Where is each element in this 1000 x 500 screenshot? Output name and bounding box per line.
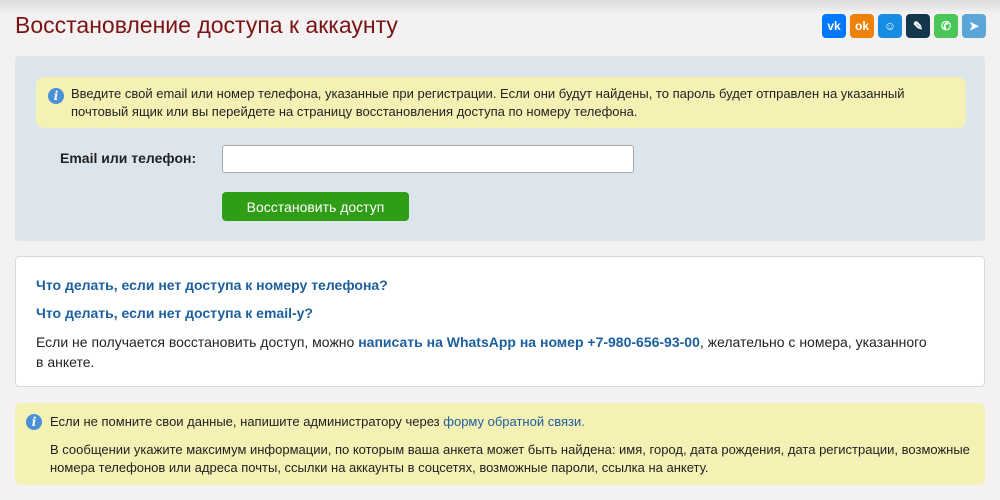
form-info-box: i Введите свой email или номер телефона,… (36, 77, 966, 128)
whatsapp-link[interactable]: написать на WhatsApp на номер +7-980-656… (358, 334, 700, 350)
info-icon: i (26, 414, 42, 430)
info-icon: i (48, 88, 64, 104)
no-phone-access-link[interactable]: Что делать, если нет доступа к номеру те… (36, 277, 388, 293)
note-details: В сообщении укажите максимум информации,… (50, 442, 970, 475)
note-text: Если не помните свои данные, напишите ад… (50, 414, 585, 429)
no-email-access-link[interactable]: Что делать, если нет доступа к email-у? (36, 305, 313, 321)
recover-access-button[interactable]: Восстановить доступ (222, 192, 409, 221)
whatsapp-share-icon[interactable]: ✆ (934, 14, 958, 38)
help-text-before: Если не получается восстановить доступ, … (36, 334, 359, 350)
vk-share-icon[interactable]: vk (822, 14, 846, 38)
telegram-share-icon[interactable]: ➤ (962, 14, 986, 38)
feedback-form-link[interactable]: форму обратной связи. (443, 414, 585, 429)
share-buttons: vk ok ☺ ✎ ✆ ➤ (822, 14, 986, 38)
recovery-form-panel: i Введите свой email или номер телефона,… (15, 56, 985, 241)
page-title: Восстановление доступа к аккаунту (15, 12, 398, 38)
form-info-text: Введите свой email или номер телефона, у… (71, 86, 905, 119)
livejournal-share-icon[interactable]: ✎ (906, 14, 930, 38)
email-phone-input[interactable] (222, 145, 634, 173)
email-phone-label: Email или телефон: (60, 150, 197, 166)
note-text-before: Если не помните свои данные, напишите ад… (50, 414, 444, 429)
moi-mir-share-icon[interactable]: ☺ (878, 14, 902, 38)
odnoklassniki-share-icon[interactable]: ok (850, 14, 874, 38)
admin-note-panel: i Если не помните свои данные, напишите … (15, 403, 985, 485)
help-text: Если не получается восстановить доступ, … (36, 332, 936, 372)
help-panel: Что делать, если нет доступа к номеру те… (15, 256, 985, 387)
